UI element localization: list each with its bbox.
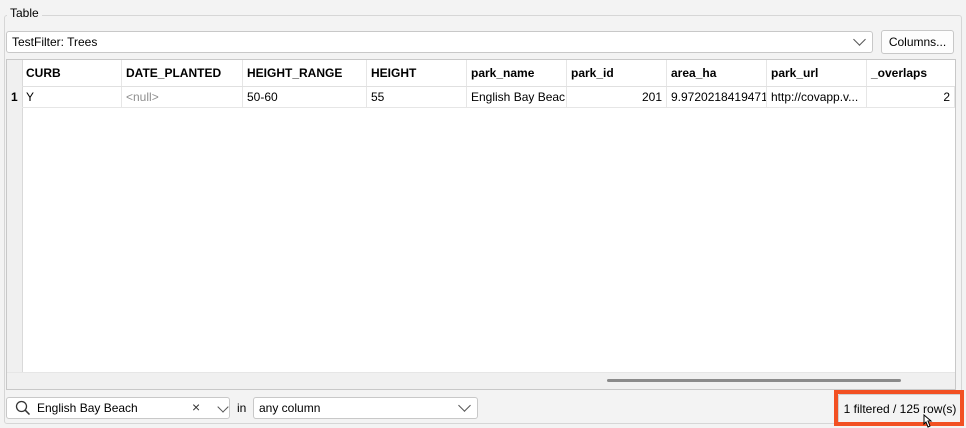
column-header-overlaps[interactable]: _overlaps bbox=[867, 60, 955, 86]
column-header-park-url[interactable]: park_url bbox=[767, 60, 867, 86]
column-header-park-id[interactable]: park_id bbox=[567, 60, 667, 86]
table-cell[interactable]: <null> bbox=[122, 87, 243, 107]
close-icon[interactable]: × bbox=[192, 399, 200, 415]
horizontal-scrollbar-track[interactable] bbox=[7, 372, 955, 389]
filter-combo-value: TestFilter: Trees bbox=[12, 35, 98, 49]
table-cell[interactable]: http://covapp.v... bbox=[767, 87, 867, 107]
table-cell[interactable]: 201 bbox=[567, 87, 667, 107]
chevron-down-icon[interactable] bbox=[217, 401, 229, 413]
highlight-box bbox=[834, 390, 964, 426]
search-input[interactable]: English Bay Beach × bbox=[6, 397, 230, 419]
column-header-height-range[interactable]: HEIGHT_RANGE bbox=[243, 60, 367, 86]
column-header-curb[interactable]: CURB bbox=[22, 60, 122, 86]
in-label: in bbox=[237, 401, 247, 415]
column-header-date-planted[interactable]: DATE_PLANTED bbox=[122, 60, 243, 86]
column-header-height[interactable]: HEIGHT bbox=[367, 60, 467, 86]
column-scope-combo[interactable]: any column bbox=[253, 397, 478, 419]
table-cell[interactable]: 50-60 bbox=[243, 87, 367, 107]
table-cell[interactable]: 9.97202184194711 bbox=[667, 87, 767, 107]
column-header-park-name[interactable]: park_name bbox=[467, 60, 567, 86]
table-cell[interactable]: English Bay Beac... bbox=[467, 87, 567, 107]
table-cell[interactable]: 2 bbox=[867, 87, 955, 107]
table-cell[interactable]: Y bbox=[22, 87, 122, 107]
column-header-area-ha[interactable]: area_ha bbox=[667, 60, 767, 86]
group-title: Table bbox=[7, 6, 42, 20]
search-icon bbox=[15, 400, 31, 416]
row-number[interactable]: 1 bbox=[11, 87, 18, 107]
pointer-cursor-icon bbox=[923, 414, 933, 428]
filter-combo[interactable]: TestFilter: Trees bbox=[6, 31, 873, 53]
search-value: English Bay Beach bbox=[37, 401, 138, 415]
columns-button[interactable]: Columns... bbox=[881, 30, 954, 54]
chevron-down-icon bbox=[458, 399, 471, 412]
attribute-table[interactable]: CURB DATE_PLANTED HEIGHT_RANGE HEIGHT pa… bbox=[6, 59, 956, 390]
column-scope-value: any column bbox=[259, 401, 321, 415]
chevron-down-icon bbox=[853, 33, 866, 46]
row-header-gutter bbox=[7, 60, 23, 389]
horizontal-scrollbar-thumb[interactable] bbox=[607, 379, 901, 382]
table-cell[interactable]: 55 bbox=[367, 87, 467, 107]
row-divider bbox=[22, 107, 955, 108]
